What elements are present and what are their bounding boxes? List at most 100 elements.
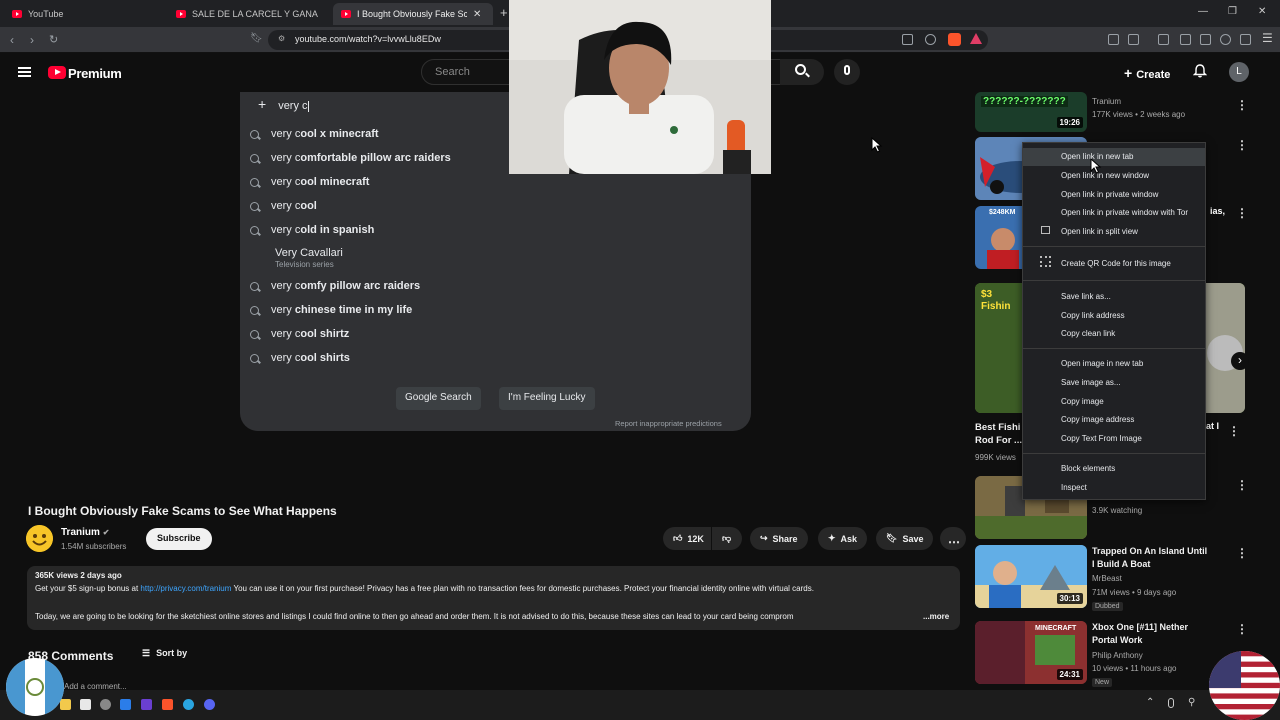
brave-shield-icon[interactable] — [948, 33, 961, 46]
like-button[interactable]: 👍︎ 12K — [663, 527, 711, 550]
video-title[interactable]: Xbox One [#11] Nether Portal Work — [1092, 621, 1212, 647]
app-icon[interactable] — [80, 699, 91, 710]
telegram-icon[interactable] — [183, 699, 194, 710]
forward-icon[interactable]: › — [30, 33, 34, 47]
google-search-button[interactable]: Google Search — [396, 387, 481, 410]
video-thumbnail[interactable]: 30:13 — [975, 545, 1087, 608]
menu-item-copy-text-from-image[interactable]: Copy Text From Image — [1061, 434, 1142, 443]
menu-item-open-new-tab[interactable]: Open link in new tab — [1023, 148, 1205, 166]
notifications-bell-icon[interactable] — [1193, 64, 1207, 78]
menu-item-open-private-window[interactable]: Open link in private window — [1061, 190, 1158, 199]
sidebar-icon[interactable] — [1180, 34, 1191, 45]
network-icon[interactable]: ⚲ — [1188, 697, 1195, 708]
suggestion-item[interactable]: very chinese time in my life — [250, 304, 412, 316]
more-actions-icon[interactable]: ⋮ — [1236, 206, 1248, 220]
suggestion-item[interactable]: very comfy pillow arc raiders — [250, 280, 420, 292]
youtube-logo-icon[interactable] — [48, 66, 66, 79]
youtube-search-button[interactable] — [780, 59, 824, 85]
youtube-logo-text[interactable]: Premium — [68, 66, 122, 81]
menu-item-block-elements[interactable]: Block elements — [1061, 464, 1115, 473]
menu-item-open-image-new-tab[interactable]: Open image in new tab — [1061, 359, 1143, 368]
entity-suggestion[interactable]: Very Cavallari Television series — [275, 247, 343, 269]
vpn-icon[interactable] — [1240, 34, 1251, 45]
suggestion-item[interactable]: very cold in spanish — [250, 224, 374, 236]
screenshot-icon[interactable] — [1128, 34, 1139, 45]
search-query-line[interactable]: + very c — [258, 96, 309, 112]
menu-item-copy-image-address[interactable]: Copy image address — [1061, 415, 1134, 424]
ask-button[interactable]: ✦ Ask — [818, 527, 868, 550]
file-explorer-icon[interactable] — [60, 699, 71, 710]
channel-name[interactable]: Tranium ✔ — [61, 527, 109, 538]
menu-item-save-image[interactable]: Save image as... — [1061, 378, 1121, 387]
microphone-icon[interactable] — [1168, 698, 1174, 708]
video-description[interactable]: 365K views 2 days ago Get your $5 sign-u… — [27, 566, 960, 630]
plus-icon[interactable]: + — [258, 96, 266, 112]
video-title[interactable]: Best Fishi Rod For ... — [975, 421, 1025, 447]
bookmark-icon[interactable]: 🔖︎ — [250, 33, 263, 44]
maximize-icon[interactable]: ❐ — [1228, 6, 1237, 17]
share-button[interactable]: ↪ Share — [750, 527, 808, 550]
extensions-icon[interactable] — [1108, 34, 1119, 45]
scroll-right-icon[interactable]: › — [1231, 352, 1249, 370]
more-actions-button[interactable]: ⋯ — [940, 527, 966, 550]
menu-item-create-qr[interactable]: Create QR Code for this image — [1061, 259, 1171, 268]
media-icon[interactable] — [1158, 34, 1169, 45]
video-title[interactable]: Trapped On An Island Until I Build A Boa… — [1092, 545, 1212, 571]
sponsor-link[interactable]: http://privacy.com/tranium — [140, 584, 231, 593]
guide-menu-icon[interactable] — [18, 67, 31, 77]
feeling-lucky-button[interactable]: I'm Feeling Lucky — [499, 387, 595, 410]
menu-item-copy-clean-link[interactable]: Copy clean link — [1061, 329, 1115, 338]
channel-name[interactable]: Tranium — [1092, 96, 1121, 108]
suggestion-item[interactable]: very cool shirts — [250, 352, 350, 364]
more-actions-icon[interactable]: ⋮ — [1236, 98, 1248, 112]
channel-name[interactable]: Philip Anthony — [1092, 650, 1143, 662]
suggestion-item[interactable]: very cool minecraft — [250, 176, 369, 188]
suggestion-item[interactable]: very comfortable pillow arc raiders — [250, 152, 451, 164]
close-window-icon[interactable]: ✕ — [1258, 6, 1266, 17]
voice-search-button[interactable] — [834, 59, 860, 85]
menu-item-inspect[interactable]: Inspect — [1061, 483, 1087, 492]
reload-icon[interactable]: ↻ — [49, 33, 58, 46]
new-tab-button[interactable]: + — [500, 5, 508, 20]
wallet-icon[interactable] — [1200, 34, 1211, 45]
close-tab-icon[interactable]: ✕ — [473, 9, 481, 20]
report-predictions-link[interactable]: Report inappropriate predictions — [615, 419, 722, 428]
save-button[interactable]: 🔖︎ Save — [876, 527, 934, 550]
menu-item-copy-image[interactable]: Copy image — [1061, 397, 1104, 406]
tab-current-video[interactable]: I Bought Obviously Fake Scam ✕ — [333, 3, 493, 25]
menu-item-open-new-window[interactable]: Open link in new window — [1061, 171, 1149, 180]
suggestion-item[interactable]: very cool x minecraft — [250, 128, 379, 140]
sort-comments-button[interactable]: ☰ Sort by — [142, 648, 187, 659]
more-actions-icon[interactable]: ⋮ — [1228, 424, 1240, 438]
create-button[interactable]: + Create — [1124, 65, 1170, 81]
channel-name[interactable]: MrBeast — [1092, 573, 1122, 585]
dislike-button[interactable]: 👎︎ — [712, 527, 742, 550]
video-thumbnail[interactable]: MINECRAFT 24:31 — [975, 621, 1087, 684]
tray-chevron-icon[interactable]: ⌃ — [1146, 697, 1154, 708]
suggestion-item[interactable]: very cool — [250, 200, 317, 212]
app-icon[interactable] — [141, 699, 152, 710]
screen-icon[interactable] — [902, 34, 913, 45]
brave-icon[interactable] — [162, 699, 173, 710]
tab-sale-de-la-carcel[interactable]: SALE DE LA CARCEL Y GANA MILES D — [168, 3, 330, 25]
minimize-icon[interactable]: — — [1198, 6, 1208, 17]
site-info-icon[interactable]: ⚙ — [278, 34, 285, 43]
menu-item-copy-link-address[interactable]: Copy link address — [1061, 311, 1125, 320]
settings-icon[interactable] — [100, 699, 111, 710]
video-thumbnail[interactable]: ??????-??????? 19:26 — [975, 92, 1087, 132]
suggestion-item[interactable]: very cool shirtz — [250, 328, 349, 340]
menu-item-save-link[interactable]: Save link as... — [1061, 292, 1111, 301]
tab-youtube[interactable]: YouTube — [4, 3, 164, 25]
brave-rewards-icon[interactable] — [970, 33, 982, 44]
menu-item-split-view[interactable]: Open link in split view — [1061, 227, 1138, 236]
app-icon[interactable] — [120, 699, 131, 710]
back-icon[interactable]: ‹ — [10, 33, 14, 47]
discord-icon[interactable] — [204, 699, 215, 710]
subscribe-button[interactable]: Subscribe — [146, 528, 212, 550]
channel-avatar[interactable] — [26, 525, 53, 552]
menu-icon[interactable]: ☰ — [1262, 31, 1273, 45]
search-query[interactable]: very c — [278, 100, 307, 112]
more-actions-icon[interactable]: ⋮ — [1236, 138, 1248, 152]
leo-icon[interactable] — [1220, 34, 1231, 45]
show-more-link[interactable]: ...more — [923, 612, 949, 621]
